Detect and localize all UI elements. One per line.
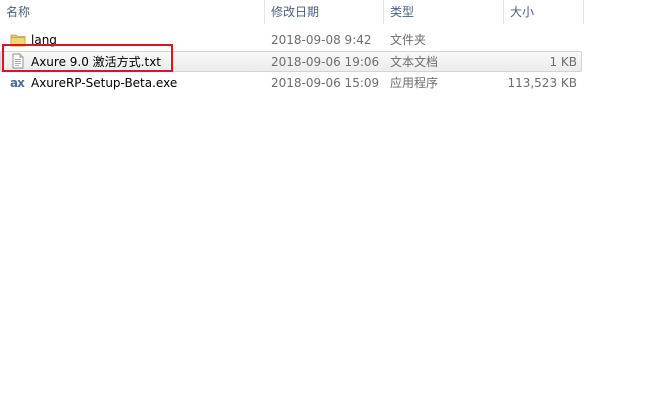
axure-app-icon: ax: [10, 76, 25, 90]
file-size: [505, 30, 577, 51]
file-type: 文件夹: [390, 33, 427, 47]
file-size: 1 KB: [549, 55, 577, 69]
file-row-axure-activation-txt[interactable]: Axure 9.0 激活方式.txt 2018-09-06 19:06 文本文档…: [0, 51, 582, 72]
file-date-modified: 2018-09-06 15:09: [271, 76, 380, 90]
column-header-date-label: 修改日期: [271, 5, 320, 19]
text-file-icon: [12, 53, 24, 69]
file-name: lang: [31, 33, 57, 47]
file-size: 113,523 KB: [507, 76, 577, 90]
column-header-date-modified[interactable]: 修改日期: [265, 0, 384, 24]
column-header-bar: 名称 ⌃ 修改日期 类型 大小: [0, 0, 661, 24]
file-name: Axure 9.0 激活方式.txt: [31, 55, 162, 69]
column-header-name[interactable]: 名称 ⌃: [0, 0, 265, 24]
file-explorer: 名称 ⌃ 修改日期 类型 大小 lang 2018-09-08 9:42 文件夹: [0, 0, 661, 400]
file-type: 应用程序: [390, 76, 439, 90]
file-row-axurerp-setup-exe[interactable]: ax AxureRP-Setup-Beta.exe 2018-09-06 15:…: [0, 73, 582, 94]
column-header-type-label: 类型: [390, 5, 415, 19]
file-type: 文本文档: [390, 55, 439, 69]
folder-icon: [10, 34, 26, 47]
file-date-modified: 2018-09-08 9:42: [271, 33, 372, 47]
sort-arrow-icon: ⌃: [128, 0, 136, 7]
file-row-lang[interactable]: lang 2018-09-08 9:42 文件夹: [0, 30, 582, 51]
column-header-name-label: 名称: [6, 5, 31, 19]
column-header-size-label: 大小: [510, 5, 535, 19]
file-date-modified: 2018-09-06 19:06: [271, 55, 380, 69]
column-header-size[interactable]: 大小: [504, 0, 584, 24]
file-name: AxureRP-Setup-Beta.exe: [31, 76, 178, 90]
column-header-type[interactable]: 类型: [384, 0, 504, 24]
